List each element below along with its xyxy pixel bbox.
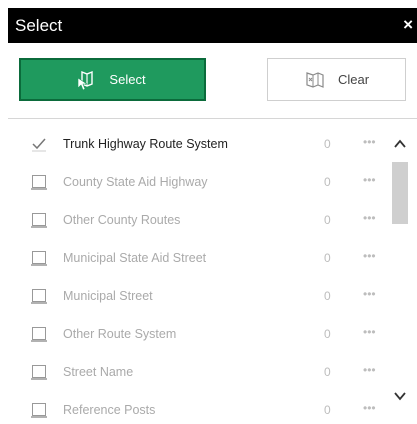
more-options-icon[interactable]: ••• xyxy=(363,363,376,377)
layer-label: Trunk Highway Route System xyxy=(63,137,228,151)
more-options-icon[interactable]: ••• xyxy=(363,173,376,187)
more-options-icon[interactable]: ••• xyxy=(363,211,376,225)
layer-label: Municipal Street xyxy=(63,289,153,303)
scrollbar-thumb[interactable] xyxy=(392,162,408,224)
panel-title: Select xyxy=(15,16,63,35)
select-button[interactable]: Select xyxy=(19,58,206,101)
scroll-up-arrow-icon[interactable] xyxy=(393,138,407,150)
divider xyxy=(8,118,417,119)
checkbox-icon[interactable] xyxy=(31,212,47,228)
layer-label: Other Route System xyxy=(63,327,177,341)
layer-row[interactable]: Trunk Highway Route System 0 ••• xyxy=(8,125,388,163)
checkbox-icon[interactable] xyxy=(31,364,47,380)
checkbox-icon[interactable] xyxy=(31,326,47,342)
layer-row[interactable]: Other County Routes 0 ••• xyxy=(8,201,388,239)
layer-label: Street Name xyxy=(63,365,134,379)
clear-button-label: Clear xyxy=(337,72,370,87)
layer-count: 0 xyxy=(324,365,331,379)
layer-label: Other County Routes xyxy=(63,213,181,227)
checkbox-icon[interactable] xyxy=(31,174,47,190)
layer-count: 0 xyxy=(324,251,331,265)
layer-row[interactable]: Reference Posts 0 ••• xyxy=(8,391,388,424)
scroll-down-arrow-icon[interactable] xyxy=(393,390,407,402)
checkbox-icon[interactable] xyxy=(31,250,47,266)
layer-count: 0 xyxy=(324,327,331,341)
panel-title-bar: Select × xyxy=(8,8,417,43)
checkbox-icon[interactable] xyxy=(31,288,47,304)
more-options-icon[interactable]: ••• xyxy=(363,249,376,263)
layer-count: 0 xyxy=(324,403,331,417)
layer-row[interactable]: Municipal Street 0 ••• xyxy=(8,277,388,315)
layer-row[interactable]: Other Route System 0 ••• xyxy=(8,315,388,353)
more-options-icon[interactable]: ••• xyxy=(363,287,376,301)
close-icon[interactable]: × xyxy=(403,16,413,34)
select-button-label: Select xyxy=(109,72,146,87)
layer-row[interactable]: Street Name 0 ••• xyxy=(8,353,388,391)
more-options-icon[interactable]: ••• xyxy=(363,401,376,415)
layer-row[interactable]: Municipal State Aid Street 0 ••• xyxy=(8,239,388,277)
layer-label: Municipal State Aid Street xyxy=(63,251,207,265)
layer-label: Reference Posts xyxy=(63,403,156,417)
layer-list: Trunk Highway Route System 0 ••• County … xyxy=(8,125,388,424)
layer-row[interactable]: County State Aid Highway 0 ••• xyxy=(8,163,388,201)
more-options-icon[interactable]: ••• xyxy=(363,325,376,339)
checked-checkbox-icon[interactable] xyxy=(31,136,47,152)
select-map-icon xyxy=(78,70,94,90)
layer-count: 0 xyxy=(324,289,331,303)
layer-count: 0 xyxy=(324,213,331,227)
clear-button[interactable]: Clear xyxy=(267,58,406,101)
layer-label: County State Aid Highway xyxy=(63,175,208,189)
layer-count: 0 xyxy=(324,137,331,151)
layer-count: 0 xyxy=(324,175,331,189)
more-options-icon[interactable]: ••• xyxy=(363,135,376,149)
checkbox-icon[interactable] xyxy=(31,402,47,418)
list-scrollbar[interactable] xyxy=(391,132,409,412)
clear-map-icon xyxy=(306,71,324,88)
